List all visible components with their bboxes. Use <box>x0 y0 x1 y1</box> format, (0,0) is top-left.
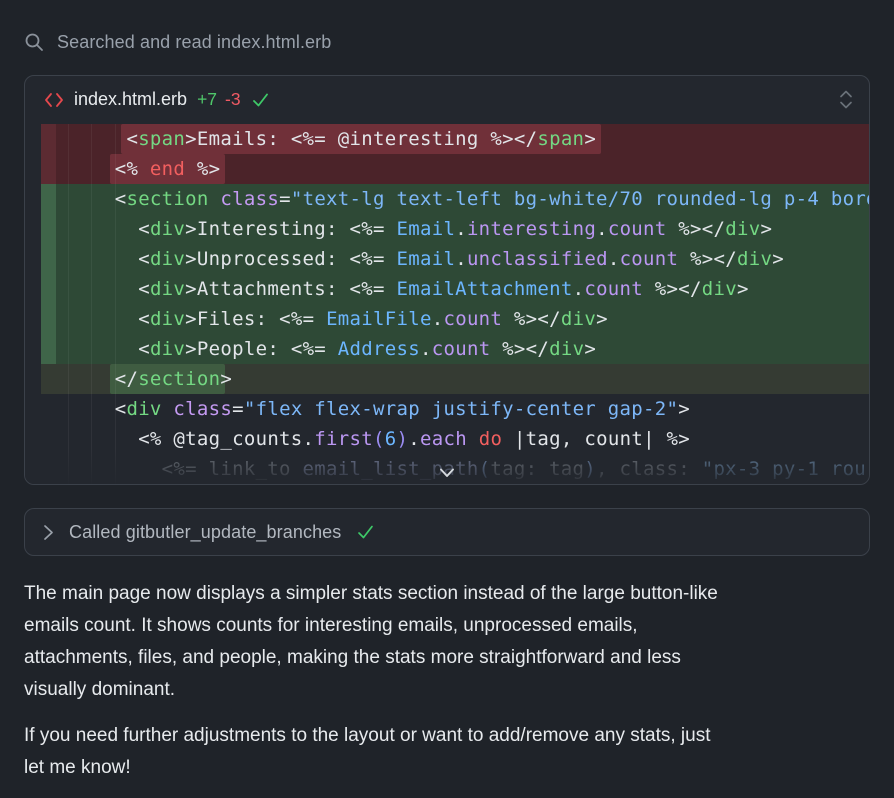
code-line: </section> <box>41 364 869 394</box>
diff-card: index.html.erb +7 -3 <span>Emails: <%= @… <box>24 75 870 485</box>
code-file-icon <box>44 92 64 108</box>
message-paragraph: The main page now displays a simpler sta… <box>24 578 870 706</box>
indent-guide <box>68 124 69 484</box>
code-line: <span>Emails: <%= @interesting %></span> <box>41 124 869 154</box>
search-icon <box>24 32 44 52</box>
message-paragraph: If you need further adjustments to the l… <box>24 720 870 784</box>
tool-status-row[interactable]: Searched and read index.html.erb <box>24 30 331 54</box>
chat-transcript: { "status": { "label": "Searched and rea… <box>0 0 894 792</box>
code-diff: <span>Emails: <%= @interesting %></span>… <box>25 124 869 484</box>
diff-card-header[interactable]: index.html.erb +7 -3 <box>25 76 869 123</box>
code-line: <div class="flex flex-wrap justify-cente… <box>41 394 869 424</box>
chevron-down-icon <box>438 467 456 479</box>
code-line: <section class="text-lg text-left bg-whi… <box>41 184 869 214</box>
success-check-icon <box>251 91 270 109</box>
message-line: emails count. It shows counts for intere… <box>24 610 870 642</box>
message-line: let me know! <box>24 752 870 784</box>
code-line: <div>Files: <%= EmailFile.count %></div> <box>41 304 869 334</box>
code-line: <% end %> <box>41 154 869 184</box>
file-name: index.html.erb <box>74 89 187 110</box>
code-line: <div>Interesting: <%= Email.interesting.… <box>41 214 869 244</box>
additions-count: +7 <box>197 89 217 110</box>
code-line: <div>People: <%= Address.count %></div> <box>41 334 869 364</box>
tool-call-label: Called gitbutler_update_branches <box>69 522 341 543</box>
message-line: The main page now displays a simpler sta… <box>24 578 870 610</box>
assistant-message: The main page now displays a simpler sta… <box>24 578 870 798</box>
message-line: If you need further adjustments to the l… <box>24 720 870 752</box>
expand-collapse-icon[interactable] <box>839 90 853 109</box>
code-line: <div>Attachments: <%= EmailAttachment.co… <box>41 274 869 304</box>
deletions-count: -3 <box>225 89 241 110</box>
status-label: Searched and read index.html.erb <box>57 32 331 53</box>
indent-guide <box>115 124 116 484</box>
expand-code-button[interactable] <box>438 467 456 479</box>
success-check-icon <box>356 523 375 541</box>
message-line: attachments, files, and people, making t… <box>24 642 870 674</box>
chevron-right-icon <box>43 524 54 541</box>
tool-call-card[interactable]: Called gitbutler_update_branches <box>24 508 870 556</box>
indent-guide <box>91 124 92 484</box>
code-line: <div>Unprocessed: <%= Email.unclassified… <box>41 244 869 274</box>
message-line: visually dominant. <box>24 674 870 706</box>
